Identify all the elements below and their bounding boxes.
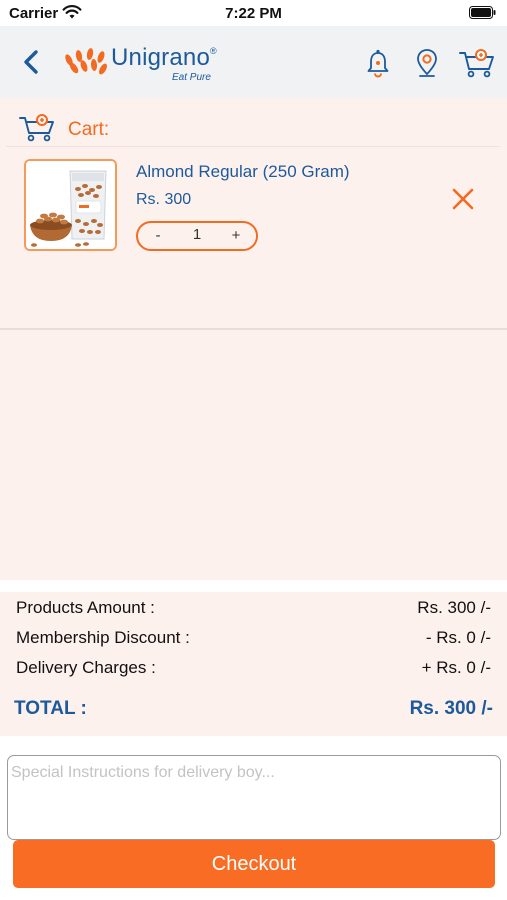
divider <box>6 146 500 147</box>
brand-tagline: Eat Pure <box>172 72 211 83</box>
bell-icon[interactable] <box>361 46 395 80</box>
quantity-stepper: - 1 + <box>136 221 258 251</box>
product-name[interactable]: Almond Regular (250 Gram) <box>136 162 350 182</box>
total-label: TOTAL : <box>14 698 87 719</box>
cart-header: Cart: <box>18 112 498 146</box>
cart-title: Cart: <box>68 119 110 140</box>
products-amount-value: Rs. 300 /- <box>417 598 491 617</box>
brand-logo: Unigrano® Eat Pure <box>62 42 232 86</box>
location-pin-icon[interactable] <box>410 46 444 80</box>
order-summary: Products Amount : Rs. 300 /- Membership … <box>0 592 507 736</box>
cart-item: Almond Regular (250 Gram) Rs. 300 - 1 + <box>0 148 507 330</box>
status-bar: Carrier 7:22 PM <box>0 0 507 26</box>
wheat-logo-icon <box>65 48 107 75</box>
status-time: 7:22 PM <box>225 5 282 22</box>
cart-icon[interactable] <box>458 46 496 80</box>
back-arrow-icon[interactable] <box>18 48 46 76</box>
membership-discount-label: Membership Discount : <box>16 628 190 647</box>
battery-icon <box>469 6 496 19</box>
delivery-charges-label: Delivery Charges : <box>16 658 156 677</box>
checkout-button[interactable]: Checkout <box>13 840 495 888</box>
close-icon[interactable] <box>450 186 476 212</box>
cart-icon <box>19 114 54 142</box>
app-header: Unigrano® Eat Pure <box>0 26 507 98</box>
product-price: Rs. 300 <box>136 191 192 208</box>
products-amount-label: Products Amount : <box>16 598 155 617</box>
product-image[interactable] <box>24 159 117 251</box>
membership-discount-value: - Rs. 0 /- <box>425 628 491 647</box>
special-instructions-input[interactable] <box>7 755 501 840</box>
total-value: Rs. 300 /- <box>409 698 493 719</box>
brand-name: Unigrano® <box>111 44 217 71</box>
delivery-charges-value: + Rs. 0 /- <box>421 658 491 677</box>
increase-quantity-button[interactable]: + <box>226 227 246 244</box>
cart-section: Cart: Almond Regular (250 Gram) Rs. 300 … <box>0 98 507 580</box>
